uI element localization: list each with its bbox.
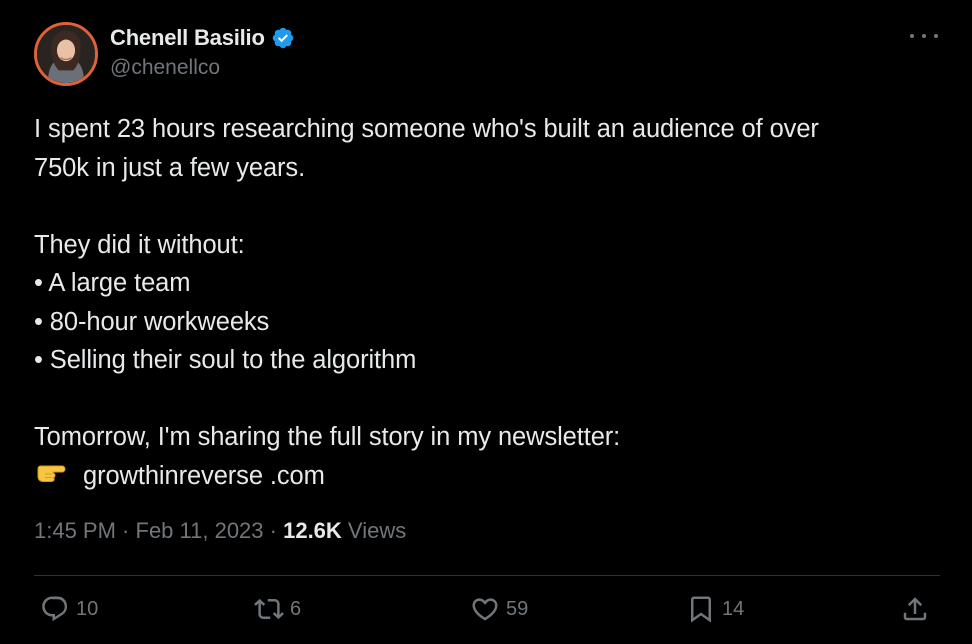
author-handle[interactable]: @chenellco [110,56,295,80]
share-button[interactable] [900,594,930,624]
tweet-time[interactable]: 1:45 PM [34,518,116,543]
views-count[interactable]: 12.6K [283,518,342,543]
tweet-line: 750k in just a few years. [34,153,306,182]
retweet-button[interactable]: 6 [254,594,301,624]
like-count: 59 [506,597,529,620]
tweet-line: • 80-hour workweeks [34,307,270,336]
tweet-date[interactable]: Feb 11, 2023 [136,518,264,543]
author-names: Chenell Basilio @chenellco [110,25,295,80]
bookmark-button[interactable]: 14 [686,594,744,624]
pointing-right-hand-icon [34,457,68,482]
tweet-line: I spent 23 hours researching someone who… [34,115,819,143]
share-icon [903,597,927,621]
bookmark-count: 14 [722,597,745,620]
verified-badge-icon [271,26,295,50]
avatar[interactable] [34,22,98,86]
retweet-icon [254,598,284,620]
newsletter-link[interactable]: growthinreverse .com [83,462,325,490]
avatar-image [37,25,95,83]
tweet-line: • Selling their soul to the algorithm [34,346,417,374]
like-button[interactable]: 59 [470,594,528,624]
meta-separator: · [115,518,136,543]
retweet-count: 6 [290,597,302,620]
tweet-actions: 10 6 59 14 [34,594,940,634]
tweet-card: Chenell Basilio @chenellco I spent 23 ho… [0,0,972,644]
heart-icon [472,598,498,621]
name-row: Chenell Basilio [110,25,295,51]
reply-count: 10 [76,597,99,620]
more-options-icon[interactable] [910,26,938,46]
reply-icon [42,596,68,622]
reply-button[interactable]: 10 [40,594,98,624]
tweet-line: They did it without: [34,230,245,259]
bookmark-icon [691,596,711,623]
author-display-name[interactable]: Chenell Basilio [110,25,265,51]
divider [34,575,940,576]
tweet-header: Chenell Basilio @chenellco [34,22,942,88]
tweet-link-line: growthinreverse .com [34,457,934,496]
meta-separator: · [263,518,284,543]
tweet-line: • A large team [34,269,191,297]
tweet-meta: 1:45 PM · Feb 11, 2023 · 12.6K Views [34,518,406,544]
tweet-line: Tomorrow, I'm sharing the full story in … [34,423,621,451]
views-label: Views [341,518,407,543]
tweet-text: I spent 23 hours researching someone who… [34,110,934,495]
